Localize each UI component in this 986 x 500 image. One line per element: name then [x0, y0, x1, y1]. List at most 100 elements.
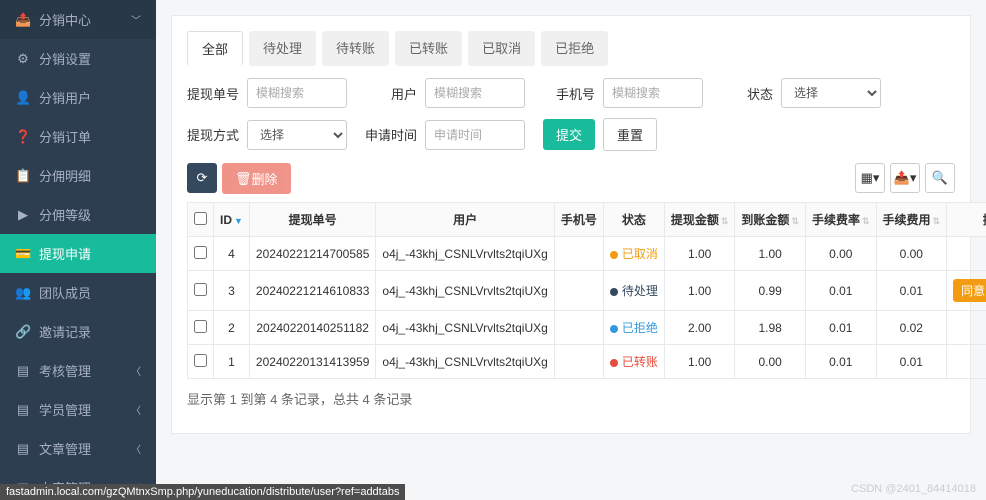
nav-label: 邀请记录 [39, 322, 91, 341]
cell-order-no: 20240221214610833 [249, 271, 375, 311]
watermark: CSDN @2401_84414018 [851, 483, 976, 495]
input-user[interactable] [425, 78, 525, 108]
label-method: 提现方式 [187, 125, 239, 144]
row-checkbox[interactable] [194, 354, 207, 367]
sidebar-item-2[interactable]: 👤分销用户 [0, 78, 156, 117]
tab-4[interactable]: 已取消 [468, 31, 535, 66]
nav-label: 团队成员 [39, 283, 91, 302]
nav-icon: ▤ [15, 363, 31, 379]
col-8[interactable]: 手续费率⇅ [805, 203, 876, 237]
nav-icon: ▤ [15, 402, 31, 418]
chevron-icon: 〈 [131, 441, 141, 456]
sidebar-item-11[interactable]: ▤ 文章管理 〈 [0, 429, 156, 468]
row-checkbox[interactable] [194, 246, 207, 259]
input-order-no[interactable] [247, 78, 347, 108]
sidebar-item-7[interactable]: 👥团队成员 [0, 273, 156, 312]
select-all-checkbox[interactable] [194, 212, 207, 225]
cell-rate: 0.01 [805, 271, 876, 311]
sidebar: 📤分销中心﹀⚙分销设置👤分销用户❓分销订单 📋 分佣明细 ▶分佣等级💳提现申请👥团队成… [0, 0, 156, 500]
sidebar-item-5[interactable]: ▶分佣等级 [0, 195, 156, 234]
tab-2[interactable]: 待转账 [322, 31, 389, 66]
tab-1[interactable]: 待处理 [249, 31, 316, 66]
filter-form: 提现单号 用户 手机号 状态选择 提现方式选择 申请时间 提交 重置 [187, 78, 955, 151]
tab-0[interactable]: 全部 [187, 31, 243, 66]
sort-icon: ⇅ [862, 216, 870, 226]
nav-label: 学员管理 [39, 400, 91, 419]
label-user: 用户 [365, 84, 417, 103]
view-toggle-button[interactable]: ▦▾ [855, 163, 885, 193]
reset-button[interactable]: 重置 [603, 118, 657, 151]
nav-label: 考核管理 [39, 361, 91, 380]
cell-received: 1.00 [735, 237, 806, 271]
chevron-icon: 〈 [131, 402, 141, 417]
row-checkbox[interactable] [194, 283, 207, 296]
status-dot [610, 359, 618, 367]
cell-rate: 0.01 [805, 311, 876, 345]
search-toggle-button[interactable]: 🔍 [925, 163, 955, 193]
nav-label: 分佣明细 [39, 166, 91, 185]
cell-fee: 0.01 [876, 271, 947, 311]
sidebar-item-0[interactable]: 📤分销中心﹀ [0, 0, 156, 39]
cell-fee: 0.01 [876, 345, 947, 379]
cell-ops [947, 311, 986, 345]
nav-icon: 📤 [15, 12, 31, 28]
col-3[interactable]: 用户 [376, 203, 554, 237]
table-row: 120240220131413959o4j_-43khj_CSNLVrvlts2… [188, 345, 986, 379]
sidebar-item-10[interactable]: ▤ 学员管理 〈 [0, 390, 156, 429]
label-status: 状态 [721, 84, 773, 103]
cell-rate: 0.01 [805, 345, 876, 379]
input-mobile[interactable] [603, 78, 703, 108]
label-order-no: 提现单号 [187, 84, 239, 103]
col-2[interactable]: 提现单号 [249, 203, 375, 237]
submit-button[interactable]: 提交 [543, 119, 595, 150]
col-4[interactable]: 手机号 [554, 203, 603, 237]
cell-id: 3 [214, 271, 250, 311]
delete-button[interactable]: 🗑 删除 [222, 163, 291, 194]
export-button[interactable]: 📤▾ [890, 163, 920, 193]
row-checkbox[interactable] [194, 320, 207, 333]
main-card: 全部待处理待转账已转账已取消已拒绝 提现单号 用户 手机号 状态选择 提现方式选… [171, 15, 971, 434]
sidebar-item-6[interactable]: 💳提现申请 [0, 234, 156, 273]
sort-icon: ▼ [234, 216, 243, 226]
col-9[interactable]: 手续费用⇅ [876, 203, 947, 237]
select-status[interactable]: 选择 [781, 78, 881, 108]
sidebar-item-3[interactable]: ❓分销订单 [0, 117, 156, 156]
tab-5[interactable]: 已拒绝 [541, 31, 608, 66]
sidebar-item-8[interactable]: 🔗邀请记录 [0, 312, 156, 351]
table-row: 320240221214610833o4j_-43khj_CSNLVrvlts2… [188, 271, 986, 311]
sort-icon: ⇅ [933, 216, 941, 226]
select-method[interactable]: 选择 [247, 120, 347, 150]
col-5[interactable]: 状态 [603, 203, 664, 237]
col-6[interactable]: 提现金额⇅ [664, 203, 735, 237]
cell-status: 已转账 [603, 345, 664, 379]
cell-mobile [554, 311, 603, 345]
agree-button[interactable]: 同意 [953, 279, 986, 302]
input-time[interactable] [425, 120, 525, 150]
status-dot [610, 251, 618, 259]
nav-label: 文章管理 [39, 439, 91, 458]
cell-order-no: 20240220140251182 [249, 311, 375, 345]
col-10[interactable]: 操作 [947, 203, 986, 237]
table-row: 220240220140251182o4j_-43khj_CSNLVrvlts2… [188, 311, 986, 345]
chevron-icon: 〈 [131, 363, 141, 378]
col-1[interactable]: ID▼ [214, 203, 250, 237]
cell-status: 待处理 [603, 271, 664, 311]
pagination-info: 显示第 1 到第 4 条记录，总共 4 条记录 [187, 379, 955, 418]
sidebar-item-1[interactable]: ⚙分销设置 [0, 39, 156, 78]
cell-ops [947, 345, 986, 379]
nav-icon: ▤ [15, 441, 31, 457]
cell-status: 已取消 [603, 237, 664, 271]
cell-id: 2 [214, 311, 250, 345]
sidebar-item-9[interactable]: ▤ 考核管理 〈 [0, 351, 156, 390]
chevron-icon: ﹀ [131, 12, 141, 27]
nav-icon: 💳 [15, 246, 31, 262]
refresh-button[interactable]: ⟳ [187, 163, 217, 193]
nav-icon: ⚙ [15, 51, 31, 67]
tab-3[interactable]: 已转账 [395, 31, 462, 66]
nav-icon: 📋 [15, 168, 31, 184]
col-7[interactable]: 到账金额⇅ [735, 203, 806, 237]
cell-fee: 0.00 [876, 237, 947, 271]
cell-user: o4j_-43khj_CSNLVrvlts2tqiUXg [376, 237, 554, 271]
sidebar-item-4[interactable]: 📋 分佣明细 [0, 156, 156, 195]
cell-amount: 1.00 [664, 271, 735, 311]
